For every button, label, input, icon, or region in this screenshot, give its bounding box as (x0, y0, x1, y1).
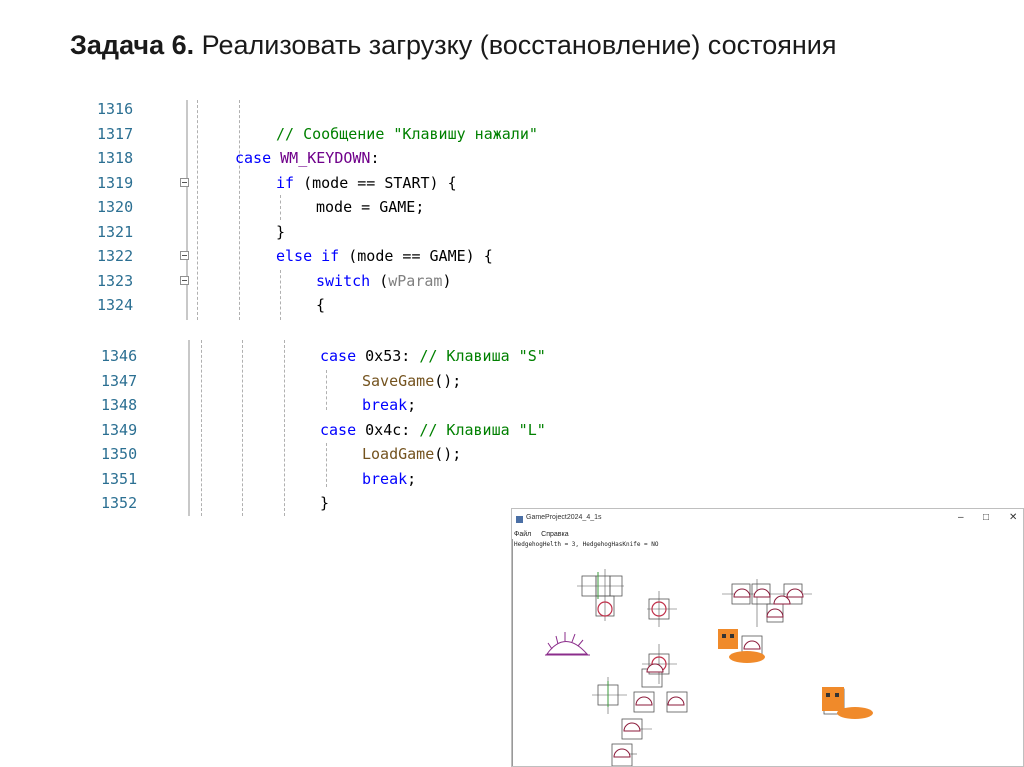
code-line: break; (362, 470, 416, 488)
code-line: case WM_KEYDOWN: (235, 149, 380, 167)
editor-gutter-line (188, 340, 190, 516)
code-line: mode = GAME; (316, 198, 424, 216)
code-token: WM_KEYDOWN (280, 149, 371, 167)
code-token: (); (434, 445, 462, 463)
code-line: case 0x53: // Клавиша "S" (320, 347, 546, 365)
code-line: } (320, 494, 329, 512)
indent-guide (326, 370, 327, 410)
red-rings (597, 601, 667, 672)
line-number: 1350 (101, 445, 138, 463)
code-token: // Клавиша "S" (419, 347, 546, 365)
code-token: ( (370, 271, 389, 290)
indent-guide (326, 443, 327, 487)
code-line: // Сообщение "Клавишу нажали" (276, 125, 538, 143)
code-token: (mode == START) { (294, 173, 457, 192)
code-token: case (320, 347, 357, 365)
code-token: ; (407, 469, 417, 488)
line-number: 1318 (97, 149, 134, 167)
code-line: switch (wParam) (316, 272, 451, 290)
indent-guide (239, 100, 240, 320)
code-token: (mode == GAME) { (339, 247, 493, 265)
code-token: 0x53: (356, 347, 420, 365)
code-token: // Клавиша "L" (419, 420, 546, 439)
code-token: wParam (388, 271, 443, 290)
code-token: : (370, 149, 380, 167)
indent-guide (197, 100, 198, 320)
indent-guide (280, 195, 281, 220)
code-token: LoadGame (362, 445, 435, 463)
code-token: break (362, 396, 408, 414)
line-number: 1323 (97, 271, 134, 290)
game-field (512, 539, 873, 766)
line-number: 1317 (97, 124, 134, 143)
code-token: ; (407, 396, 417, 414)
task-number: Задача 6. (70, 30, 195, 60)
line-number: 1319 (97, 173, 134, 192)
code-line: case 0x4c: // Клавиша "L" (320, 421, 546, 439)
collapse-icon[interactable] (180, 251, 189, 260)
code-token: case (320, 420, 357, 439)
indent-guide (201, 340, 202, 516)
line-number: 1347 (101, 371, 138, 390)
code-token: else (276, 247, 313, 265)
code-token: break (362, 469, 408, 488)
indent-guide (242, 340, 243, 516)
collapse-icon[interactable] (180, 178, 189, 187)
code-token: { (316, 296, 326, 314)
collapse-icon[interactable] (180, 276, 189, 285)
code-token: SaveGame (362, 371, 435, 390)
grid-tiles (581, 575, 845, 766)
line-number: 1324 (97, 296, 134, 314)
code-token: case (235, 149, 272, 167)
line-number: 1322 (97, 247, 134, 265)
line-number: 1316 (97, 100, 134, 118)
hedgehog-icon (545, 632, 590, 656)
code-line: SaveGame(); (362, 372, 461, 390)
code-token: mode = GAME; (316, 198, 425, 216)
line-number: 1348 (101, 396, 138, 414)
code-token: if (321, 247, 340, 265)
slide-title: Задача 6. Реализовать загрузку (восстано… (70, 30, 836, 61)
code-line: } (276, 223, 285, 241)
line-number: 1352 (101, 494, 138, 512)
code-token: } (320, 494, 330, 512)
indent-guide (280, 270, 281, 320)
line-number: 1346 (101, 347, 138, 365)
code-token: (); (434, 371, 462, 390)
code-token: // Сообщение "Клавишу нажали" (276, 124, 538, 143)
line-number: 1320 (97, 198, 134, 216)
task-description: Реализовать загрузку (восстановление) со… (194, 30, 837, 60)
code-line: break; (362, 396, 416, 414)
code-line: { (316, 296, 325, 314)
code-line: LoadGame(); (362, 445, 461, 463)
code-token: if (276, 173, 295, 192)
code-token: 0x4c: (356, 420, 420, 439)
line-number: 1351 (101, 469, 138, 488)
game-window[interactable]: GameProject2024_4_1s – □ ✕ Файл Справка … (511, 508, 1024, 767)
code-line: else if (mode == GAME) { (276, 247, 493, 265)
line-number: 1321 (97, 222, 134, 241)
code-line: if (mode == START) { (276, 174, 457, 192)
cross-markers (577, 569, 812, 755)
editor-gutter-line (186, 100, 188, 320)
indent-guide (284, 340, 285, 516)
code-token: ) (442, 271, 452, 290)
code-token: } (276, 222, 286, 241)
line-number: 1349 (101, 420, 138, 439)
green-markers (597, 572, 609, 707)
code-token: switch (316, 271, 371, 290)
